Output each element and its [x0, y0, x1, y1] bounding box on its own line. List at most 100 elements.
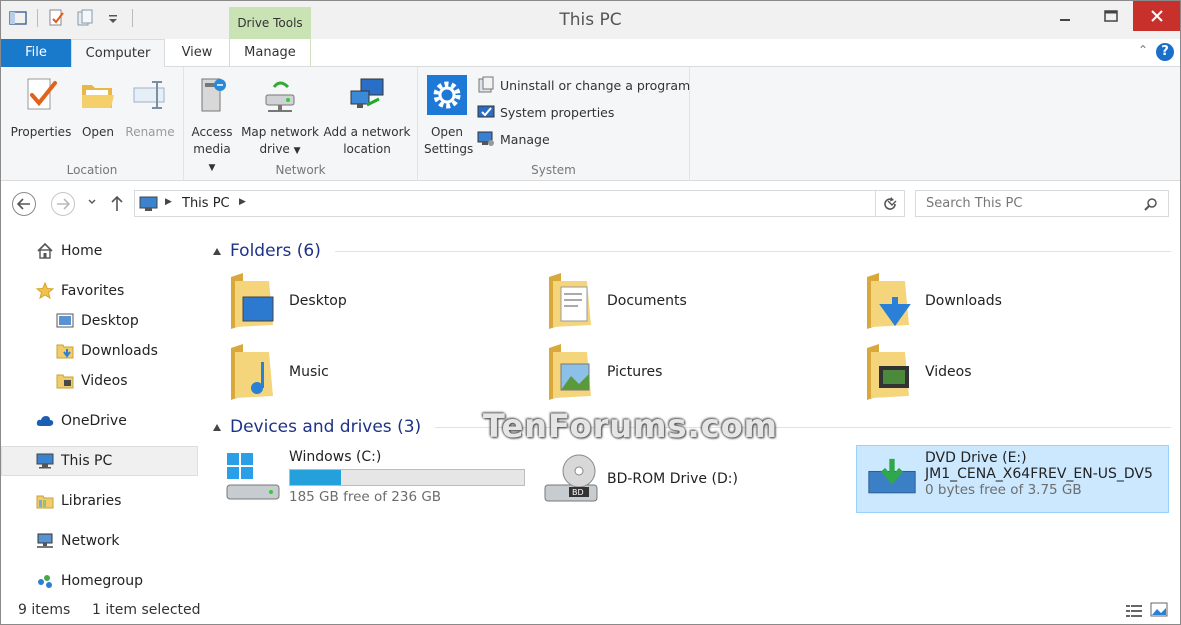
access-media-button[interactable]: Access media ▼: [190, 75, 234, 177]
svg-text:BD: BD: [572, 488, 584, 497]
map-network-drive-button[interactable]: Map network drive ▼: [240, 75, 320, 160]
drive-e-label: JM1_CENA_X64FREV_EN-US_DV5: [925, 466, 1153, 482]
map-drive-label-2: drive: [259, 142, 290, 156]
downloads-folder-icon: [56, 344, 74, 359]
folder-downloads[interactable]: Downloads: [865, 271, 1002, 331]
rename-icon: [133, 81, 165, 109]
minimize-button[interactable]: [1042, 1, 1088, 31]
tab-view[interactable]: View: [165, 39, 229, 67]
nav-item-fav-desktop[interactable]: Desktop: [1, 306, 198, 336]
nav-item-libraries[interactable]: Libraries: [1, 486, 198, 516]
manage-button[interactable]: Manage: [477, 130, 550, 148]
add-network-location-icon: [350, 78, 384, 108]
ribbon: Properties Open Rename Location Access m…: [1, 67, 1180, 181]
settings-gear-icon: [427, 75, 467, 115]
search-box[interactable]: Search This PC: [915, 190, 1169, 217]
nav-desktop-label: Desktop: [81, 313, 139, 329]
tab-computer[interactable]: Computer: [71, 39, 165, 68]
refresh-button[interactable]: [875, 190, 905, 217]
back-arrow-icon: [17, 198, 30, 210]
uninstall-icon: [478, 76, 494, 93]
location-group-label: Location: [66, 163, 118, 177]
maximize-icon: [1104, 10, 1118, 22]
nav-item-fav-downloads[interactable]: Downloads: [1, 336, 198, 366]
system-group-label: System: [531, 163, 576, 177]
breadcrumb-chevron-icon[interactable]: ▶: [239, 197, 246, 207]
rename-button[interactable]: Rename: [123, 75, 177, 141]
chevron-down-icon: [88, 199, 96, 204]
collapse-triangle-icon: [213, 423, 221, 431]
explorer-window: Drive Tools This PC File Computer View M…: [0, 0, 1181, 625]
nav-network-label: Network: [61, 533, 120, 549]
details-view-icon[interactable]: [1125, 603, 1143, 619]
homegroup-icon: [38, 575, 52, 588]
status-bar: 9 items 1 item selected: [1, 597, 1180, 624]
breadcrumb-this-pc[interactable]: This PC: [182, 196, 230, 211]
add-location-label-1: Add a network: [323, 125, 411, 139]
recent-locations-dropdown[interactable]: [87, 195, 97, 212]
drive-dvd-e[interactable]: DVD Drive (E:) JM1_CENA_X64FREV_EN-US_DV…: [856, 445, 1169, 513]
nav-item-home[interactable]: Home: [1, 236, 198, 266]
back-button[interactable]: [12, 192, 36, 216]
up-button[interactable]: [109, 194, 125, 215]
nav-item-this-pc[interactable]: This PC: [1, 446, 198, 476]
large-icons-view-icon[interactable]: [1150, 602, 1168, 618]
access-media-label-2: media: [193, 142, 231, 156]
system-properties-button[interactable]: System properties: [477, 103, 614, 121]
drive-c-usage-bar: [289, 469, 525, 486]
nav-item-homegroup[interactable]: Homegroup: [1, 566, 198, 596]
folders-section-header[interactable]: Folders (6): [213, 241, 1171, 261]
drive-windows-c[interactable]: Windows (C:) 185 GB free of 236 GB: [223, 449, 525, 505]
properties-button[interactable]: Properties: [9, 75, 73, 141]
open-settings-button[interactable]: Open Settings: [424, 75, 474, 158]
close-icon: [1150, 10, 1163, 22]
libraries-icon: [36, 495, 54, 509]
search-icon[interactable]: [1144, 197, 1158, 211]
system-properties-label: System properties: [500, 104, 615, 120]
folder-videos[interactable]: Videos: [865, 342, 972, 402]
folder-music[interactable]: Music: [229, 342, 329, 402]
maximize-button[interactable]: [1088, 1, 1134, 31]
uninstall-program-button[interactable]: Uninstall or change a program: [477, 76, 690, 94]
folder-pictures[interactable]: Pictures: [547, 342, 662, 402]
address-bar[interactable]: ▶ This PC ▶: [134, 190, 905, 217]
desktop-folder-icon: [231, 273, 274, 329]
folder-music-label: Music: [289, 364, 329, 380]
open-button[interactable]: Open: [77, 75, 119, 141]
nav-item-favorites[interactable]: Favorites: [1, 276, 198, 306]
add-network-location-button[interactable]: Add a network location: [322, 75, 412, 158]
nav-item-network[interactable]: Network: [1, 526, 198, 556]
open-settings-label-2: Settings: [424, 142, 474, 156]
folder-pictures-label: Pictures: [607, 364, 663, 380]
bd-rom-drive-icon: BD: [544, 454, 598, 502]
nav-libraries-label: Libraries: [61, 493, 122, 509]
folder-documents[interactable]: Documents: [547, 271, 687, 331]
system-properties-icon: [477, 105, 495, 118]
nav-item-fav-videos[interactable]: Videos: [1, 366, 198, 396]
folders-section-title: Folders (6): [230, 241, 321, 261]
close-button[interactable]: [1133, 1, 1180, 31]
collapse-ribbon-icon[interactable]: ⌃: [1138, 43, 1148, 57]
nav-videos-label: Videos: [81, 373, 128, 389]
collapse-triangle-icon: [213, 247, 221, 255]
rename-label: Rename: [125, 125, 175, 139]
tab-file[interactable]: File: [1, 39, 71, 67]
tab-manage[interactable]: Manage: [229, 39, 311, 67]
folder-desktop[interactable]: Desktop: [229, 271, 347, 331]
videos-folder-icon: [56, 374, 74, 389]
this-pc-icon: [139, 196, 158, 211]
videos-folder-icon: [867, 344, 909, 400]
nav-item-onedrive[interactable]: OneDrive: [1, 406, 198, 436]
status-item-count: 9 items: [18, 602, 71, 618]
onedrive-cloud-icon: [36, 416, 54, 426]
forward-button[interactable]: [51, 192, 75, 216]
drives-section-title: Devices and drives (3): [230, 417, 422, 437]
drive-c-free-space: 185 GB free of 236 GB: [289, 489, 442, 505]
pictures-folder-icon: [549, 344, 591, 400]
manage-computer-icon: [477, 131, 494, 146]
open-label: Open: [81, 125, 115, 139]
drive-bdrom-d[interactable]: BD BD-ROM Drive (D:): [541, 449, 738, 509]
music-folder-icon: [231, 344, 273, 400]
help-icon[interactable]: ?: [1156, 43, 1174, 61]
properties-label: Properties: [10, 125, 72, 139]
